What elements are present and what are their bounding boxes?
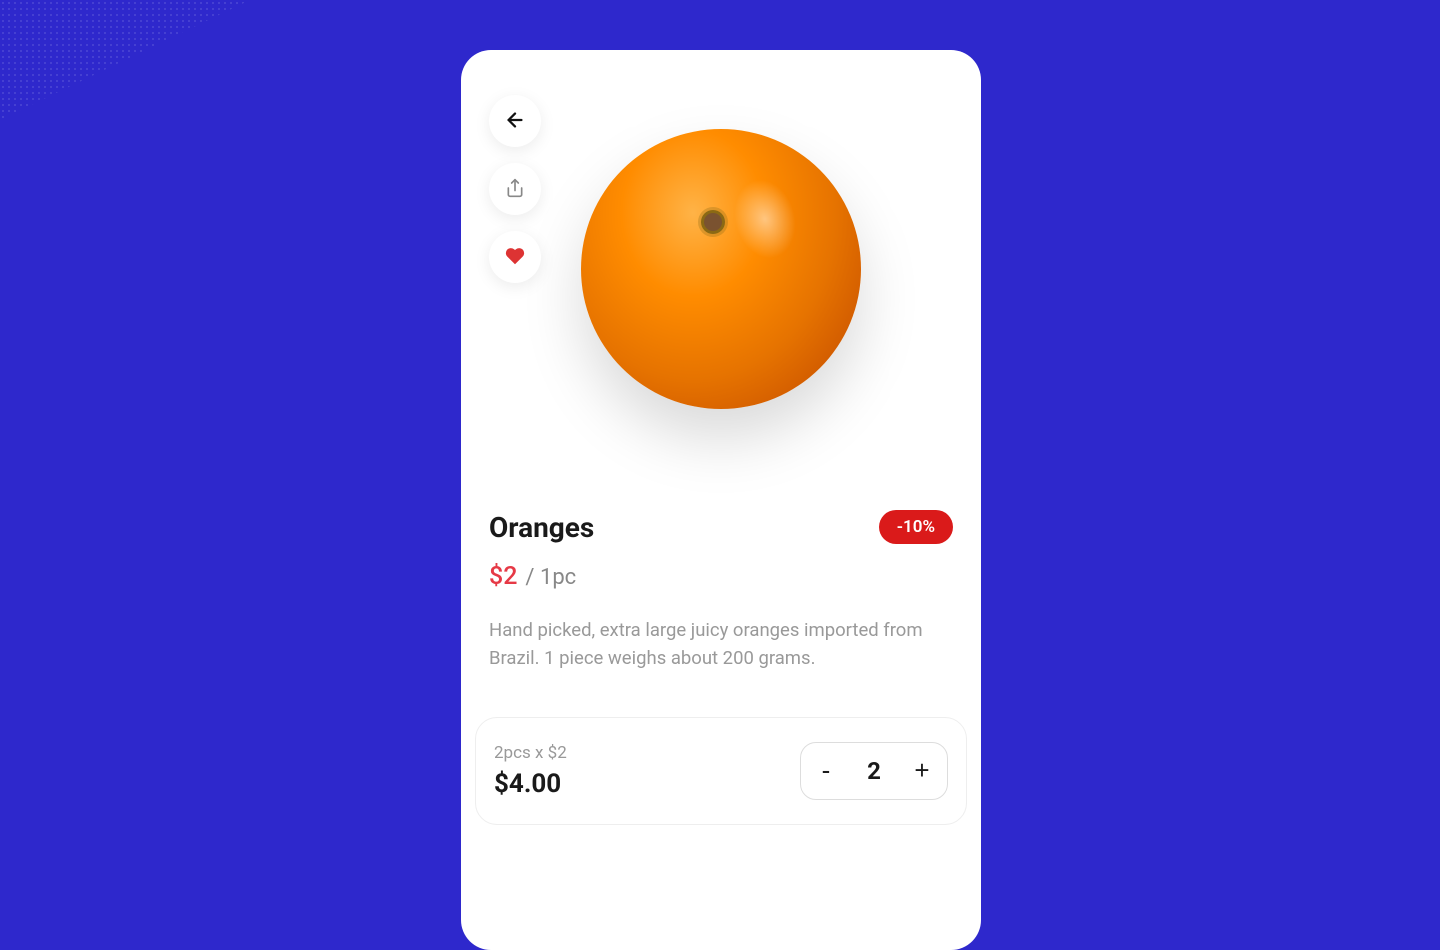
quantity-stepper: - 2 + xyxy=(800,742,948,800)
cart-section: 2pcs x $2 $4.00 - 2 + xyxy=(475,717,967,825)
discount-badge: -10% xyxy=(879,510,953,544)
hero-section xyxy=(461,50,981,478)
background-texture xyxy=(0,0,250,120)
share-icon xyxy=(505,178,525,201)
product-description: Hand picked, extra large juicy oranges i… xyxy=(489,617,953,673)
product-title: Oranges xyxy=(489,511,594,544)
price-amount: $2 xyxy=(489,562,517,591)
title-row: Oranges -10% xyxy=(489,510,953,544)
back-button[interactable] xyxy=(489,95,541,147)
share-button[interactable] xyxy=(489,163,541,215)
price-row: $2 / 1pc xyxy=(489,562,953,591)
cart-total: $4.00 xyxy=(494,769,567,799)
product-detail-card: Oranges -10% $2 / 1pc Hand picked, extra… xyxy=(461,50,981,950)
back-arrow-icon xyxy=(504,109,526,134)
heart-icon xyxy=(505,246,525,269)
increment-button[interactable]: + xyxy=(897,743,947,799)
favorite-button[interactable] xyxy=(489,231,541,283)
content-section: Oranges -10% $2 / 1pc Hand picked, extra… xyxy=(461,478,981,673)
quantity-value: 2 xyxy=(851,757,897,785)
product-image xyxy=(581,129,861,409)
cart-info: 2pcs x $2 $4.00 xyxy=(494,743,567,799)
decrement-button[interactable]: - xyxy=(801,743,851,799)
cart-breakdown: 2pcs x $2 xyxy=(494,743,567,763)
action-buttons-column xyxy=(489,95,541,283)
price-unit: / 1pc xyxy=(525,565,576,590)
